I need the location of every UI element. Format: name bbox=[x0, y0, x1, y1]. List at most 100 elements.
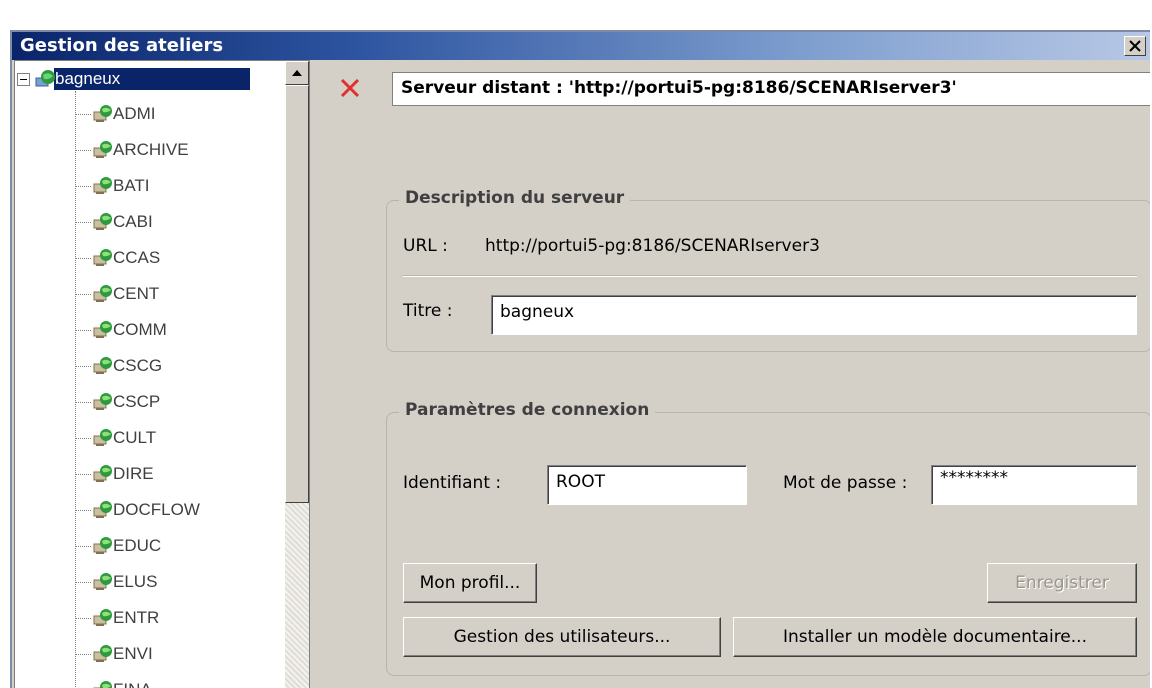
tree-connector bbox=[75, 185, 91, 187]
tree-connector bbox=[75, 581, 91, 583]
url-value: http://portui5-pg:8186/SCENARIserver3 bbox=[485, 236, 820, 256]
url-label: URL : bbox=[403, 236, 448, 256]
tree-node-bagneux[interactable]: bagneux bbox=[17, 67, 251, 91]
workshop-icon bbox=[93, 248, 113, 268]
user-management-button[interactable]: Gestion des utilisateurs... bbox=[403, 617, 721, 657]
tree-node-label: CULT bbox=[113, 428, 157, 447]
tree-node-dire[interactable]: DIRE bbox=[75, 457, 154, 491]
tree-node-label: CCAS bbox=[113, 248, 161, 267]
tree-connector bbox=[75, 149, 91, 151]
description-divider bbox=[403, 275, 1137, 277]
collapse-toggle[interactable] bbox=[17, 72, 30, 86]
workshop-icon bbox=[93, 464, 113, 484]
network-globe-icon bbox=[34, 69, 55, 89]
tree-scrollbar[interactable] bbox=[285, 61, 309, 688]
workshop-icon bbox=[93, 536, 113, 556]
tree-node-docflow[interactable]: DOCFLOW bbox=[75, 493, 200, 527]
tree-node-label: CSCG bbox=[113, 356, 163, 375]
tree-connector bbox=[75, 437, 91, 439]
server-details: Serveur distant : 'http://portui5-pg:818… bbox=[322, 60, 1150, 688]
tree-connector bbox=[75, 653, 91, 655]
connection-settings-group: Paramètres de connexion Identifiant : RO… bbox=[386, 400, 1150, 676]
workshop-icon bbox=[93, 284, 113, 304]
workshop-icon bbox=[93, 644, 113, 664]
identifier-input[interactable]: ROOT bbox=[547, 465, 747, 505]
tree-node-admi[interactable]: ADMI bbox=[75, 97, 156, 131]
tree-root-label: bagneux bbox=[54, 68, 251, 90]
tree-connector bbox=[75, 401, 91, 403]
tree-node-entr[interactable]: ENTR bbox=[75, 601, 159, 635]
workshop-icon bbox=[93, 212, 113, 232]
tree-node-label: COMM bbox=[113, 320, 167, 339]
workshop-tree[interactable]: bagneux ADMI ARCHIVE BATI CABI CCAS CENT COMM C… bbox=[14, 60, 310, 688]
tree-node-cscp[interactable]: CSCP bbox=[75, 385, 160, 419]
tree-node-label: ENVI bbox=[113, 644, 153, 663]
server-title: Serveur distant : 'http://portui5-pg:818… bbox=[392, 72, 1150, 106]
tree-connector bbox=[75, 473, 91, 475]
tree-connector bbox=[75, 293, 91, 295]
scroll-up-button[interactable] bbox=[285, 61, 309, 85]
tree-node-cabi[interactable]: CABI bbox=[75, 205, 153, 239]
screen: Gestion des ateliers bagneux ADMI ARCHIV… bbox=[0, 0, 1152, 688]
tree-connector bbox=[75, 257, 91, 259]
tree-connector bbox=[75, 329, 91, 331]
tree-node-archive[interactable]: ARCHIVE bbox=[75, 133, 189, 167]
tree-connector bbox=[75, 365, 91, 367]
tree-node-educ[interactable]: EDUC bbox=[75, 529, 161, 563]
window-title: Gestion des ateliers bbox=[20, 35, 224, 56]
tree-node-elus[interactable]: ELUS bbox=[75, 565, 157, 599]
tree-node-bati[interactable]: BATI bbox=[75, 169, 150, 203]
workshop-icon bbox=[93, 356, 113, 376]
workshop-icon bbox=[93, 140, 113, 160]
title-bar[interactable]: Gestion des ateliers bbox=[12, 32, 1150, 60]
workshop-icon bbox=[93, 320, 113, 340]
tree-node-label: CENT bbox=[113, 284, 160, 303]
tree-connector bbox=[75, 509, 91, 511]
password-label: Mot de passe : bbox=[783, 473, 908, 493]
title-input[interactable]: bagneux bbox=[491, 295, 1137, 335]
tree-node-envi[interactable]: ENVI bbox=[75, 637, 153, 671]
workshop-icon bbox=[93, 176, 113, 196]
tree-node-label: CSCP bbox=[113, 392, 161, 411]
tree-node-label: ADMI bbox=[113, 104, 156, 123]
tree-node-label: ELUS bbox=[113, 572, 158, 591]
tree-connector bbox=[75, 221, 91, 223]
my-profile-button[interactable]: Mon profil... bbox=[403, 563, 537, 603]
delete-server-icon[interactable] bbox=[338, 76, 362, 100]
password-input[interactable]: ******** bbox=[931, 465, 1137, 505]
tree-node-label: ARCHIVE bbox=[113, 140, 189, 159]
arrow-up-icon bbox=[292, 70, 302, 76]
tree-node-cent[interactable]: CENT bbox=[75, 277, 159, 311]
install-document-model-button[interactable]: Installer un modèle documentaire... bbox=[733, 617, 1137, 657]
tree-connector bbox=[75, 545, 91, 547]
tree-connector bbox=[75, 113, 91, 115]
tree-node-ccas[interactable]: CCAS bbox=[75, 241, 160, 275]
close-button[interactable] bbox=[1124, 36, 1146, 56]
workshop-manager-window: Gestion des ateliers bagneux ADMI ARCHIV… bbox=[10, 30, 1150, 688]
workshop-icon bbox=[93, 572, 113, 592]
server-description-group: Description du serveur URL : http://port… bbox=[386, 188, 1150, 352]
tree-connector bbox=[75, 617, 91, 619]
scroll-thumb[interactable] bbox=[285, 85, 309, 503]
tree-node-label: CABI bbox=[113, 212, 153, 231]
tree-node-label: DIRE bbox=[113, 464, 154, 483]
close-icon bbox=[1129, 40, 1141, 52]
workshop-icon bbox=[93, 680, 113, 688]
description-legend: Description du serveur bbox=[399, 188, 631, 208]
workshop-icon bbox=[93, 428, 113, 448]
tree-node-label: FINA bbox=[113, 680, 152, 688]
tree-node-cscg[interactable]: CSCG bbox=[75, 349, 162, 383]
identifier-label: Identifiant : bbox=[403, 473, 502, 493]
connection-legend: Paramètres de connexion bbox=[399, 400, 656, 420]
tree-node-label: EDUC bbox=[113, 536, 162, 555]
tree-node-label: DOCFLOW bbox=[113, 500, 200, 519]
tree-node-cult[interactable]: CULT bbox=[75, 421, 156, 455]
save-button[interactable]: Enregistrer bbox=[987, 563, 1137, 603]
workshop-icon bbox=[93, 608, 113, 628]
workshop-icon bbox=[93, 104, 113, 124]
title-label: Titre : bbox=[403, 301, 453, 321]
tree-node-fina[interactable]: FINA bbox=[75, 673, 152, 688]
tree-node-label: ENTR bbox=[113, 608, 160, 627]
workshop-icon bbox=[93, 392, 113, 412]
tree-node-comm[interactable]: COMM bbox=[75, 313, 167, 347]
